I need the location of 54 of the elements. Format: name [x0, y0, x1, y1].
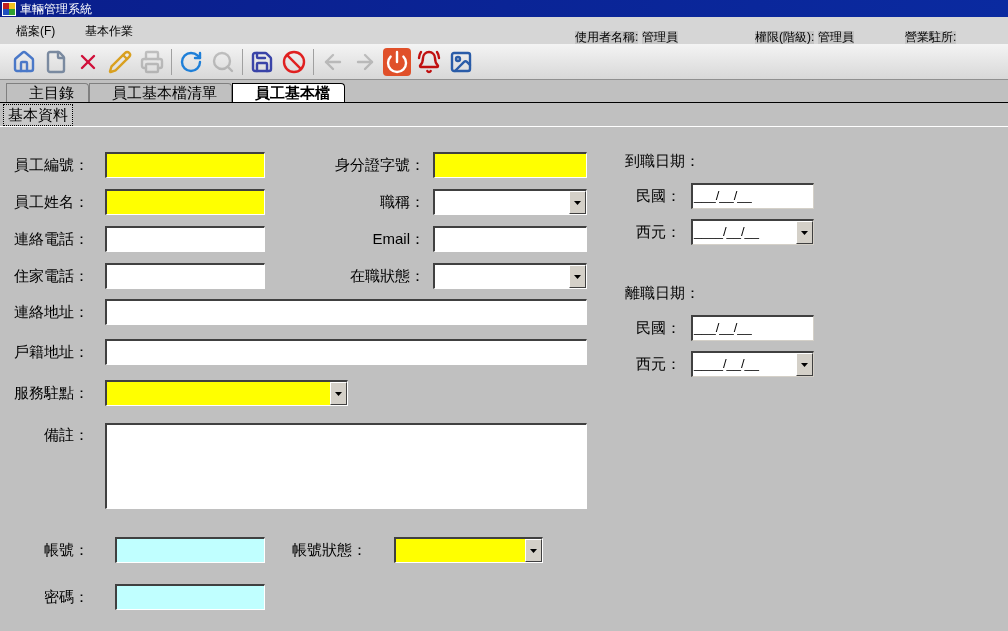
dropdown[interactable]: [433, 263, 587, 289]
power-icon[interactable]: [381, 45, 413, 78]
input-field[interactable]: [105, 226, 265, 252]
input-field[interactable]: [433, 226, 587, 252]
date-field[interactable]: ___/__/__: [691, 183, 814, 209]
dropdown[interactable]: [105, 380, 348, 406]
field-label: 密碼：: [44, 588, 89, 605]
remarks-field[interactable]: [105, 423, 587, 509]
input-field[interactable]: [115, 537, 265, 563]
input-field[interactable]: [105, 189, 265, 215]
input-field[interactable]: [115, 584, 265, 610]
field-label: 戶籍地址：: [14, 343, 89, 360]
tab[interactable]: 員工基本檔清單: [89, 83, 232, 102]
window-title: 車輛管理系統: [20, 2, 92, 15]
field-label: Email：: [372, 228, 425, 249]
field-label: 離職日期：: [625, 282, 700, 303]
date-field[interactable]: ___/__/__: [691, 315, 814, 341]
input-field[interactable]: [105, 263, 265, 289]
field-label: 服務駐點：: [14, 384, 89, 401]
field-label: 連絡電話：: [14, 230, 89, 247]
field-label: 員工編號：: [14, 156, 89, 173]
input-field[interactable]: [105, 152, 265, 178]
date-dropdown[interactable]: ____/__/__: [691, 219, 814, 245]
info-value: 管理員: [642, 31, 679, 44]
info-label: 使用者名稱:: [575, 31, 639, 44]
input-field[interactable]: [105, 339, 587, 365]
field-label: 西元：: [636, 353, 681, 374]
tab[interactable]: 員工基本檔: [232, 83, 345, 102]
field-label: 職稱：: [380, 191, 425, 212]
input-field[interactable]: [105, 299, 587, 325]
field-label: 西元：: [636, 221, 681, 242]
info-label: 營業駐所:: [905, 31, 957, 44]
field-label: 連絡地址：: [14, 303, 89, 320]
field-label: 帳號：: [44, 541, 89, 558]
field-label: 在職狀態：: [350, 265, 425, 286]
tab[interactable]: 基本資料: [3, 104, 73, 126]
menu-item[interactable]: 基本作業: [85, 22, 134, 40]
tab[interactable]: 主目錄: [6, 83, 89, 102]
field-label: 員工姓名：: [14, 193, 89, 210]
dropdown[interactable]: [433, 189, 587, 215]
menu-item[interactable]: 檔案(F): [16, 22, 56, 40]
app-icon: [2, 1, 16, 16]
date-dropdown[interactable]: ____/__/__: [691, 351, 814, 377]
input-field[interactable]: [433, 152, 587, 178]
info-value: 管理員: [818, 31, 855, 44]
field-label: 帳號狀態：: [292, 541, 367, 558]
field-label: 備註：: [44, 426, 89, 443]
field-label: 民國：: [636, 317, 681, 338]
field-label: 民國：: [636, 185, 681, 206]
info-label: 權限(階級):: [755, 31, 815, 44]
dropdown[interactable]: [394, 537, 543, 563]
field-label: 到職日期：: [625, 150, 700, 171]
field-label: 住家電話：: [14, 267, 89, 284]
field-label: 身分證字號：: [335, 154, 425, 175]
